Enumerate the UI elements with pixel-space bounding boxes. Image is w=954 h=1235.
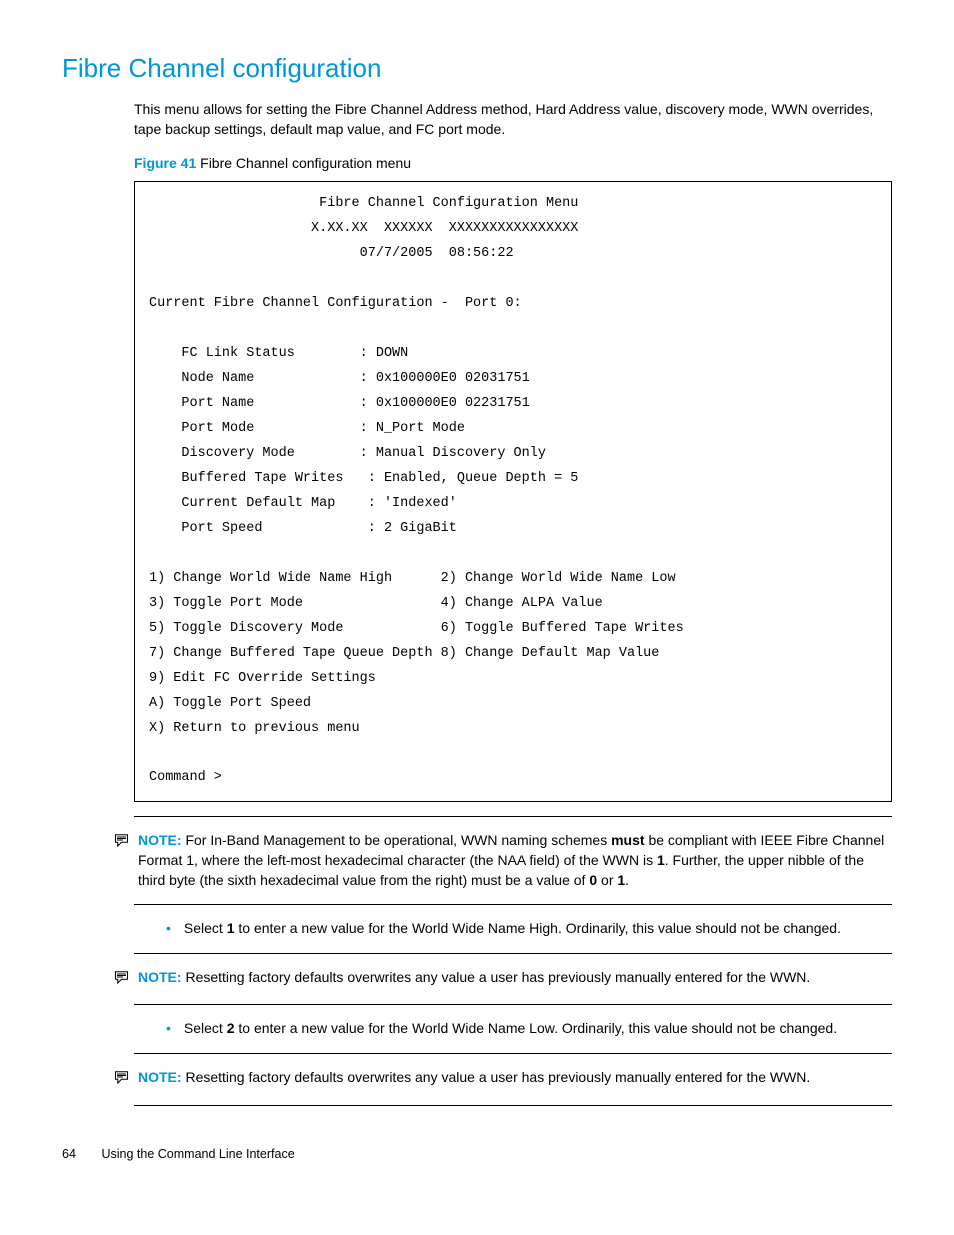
note-block-2: NOTE: Resetting factory defaults overwri… xyxy=(114,968,892,991)
divider xyxy=(134,953,892,954)
page-heading: Fibre Channel configuration xyxy=(62,50,892,86)
bullet-list-2: Select 2 to enter a new value for the Wo… xyxy=(166,1019,892,1039)
bullet-list-1: Select 1 to enter a new value for the Wo… xyxy=(166,919,892,939)
divider xyxy=(134,1004,892,1005)
note-label: NOTE: xyxy=(138,969,182,985)
note-block-1: NOTE: For In-Band Management to be opera… xyxy=(114,831,892,890)
note-label: NOTE: xyxy=(138,1069,182,1085)
page-footer: 64 Using the Command Line Interface xyxy=(62,1146,892,1164)
note-icon xyxy=(114,969,132,991)
page-number: 64 xyxy=(62,1146,98,1164)
note-icon xyxy=(114,1069,132,1091)
terminal-output: Fibre Channel Configuration Menu X.XX.XX… xyxy=(134,181,892,802)
divider xyxy=(134,1053,892,1054)
intro-paragraph: This menu allows for setting the Fibre C… xyxy=(134,100,892,139)
figure-label: Figure 41 xyxy=(134,155,196,171)
note-text-2: NOTE: Resetting factory defaults overwri… xyxy=(138,968,892,988)
divider xyxy=(134,904,892,905)
footer-section: Using the Command Line Interface xyxy=(101,1147,294,1161)
figure-caption-text: Fibre Channel configuration menu xyxy=(200,155,411,171)
note-label: NOTE: xyxy=(138,832,182,848)
note-block-3: NOTE: Resetting factory defaults overwri… xyxy=(114,1068,892,1091)
list-item: Select 1 to enter a new value for the Wo… xyxy=(166,919,892,939)
figure-caption: Figure 41 Fibre Channel configuration me… xyxy=(134,154,892,174)
note-icon xyxy=(114,832,132,854)
divider xyxy=(134,816,892,817)
note-text-1: NOTE: For In-Band Management to be opera… xyxy=(138,831,892,890)
note-text-3: NOTE: Resetting factory defaults overwri… xyxy=(138,1068,892,1088)
divider xyxy=(134,1105,892,1106)
list-item: Select 2 to enter a new value for the Wo… xyxy=(166,1019,892,1039)
